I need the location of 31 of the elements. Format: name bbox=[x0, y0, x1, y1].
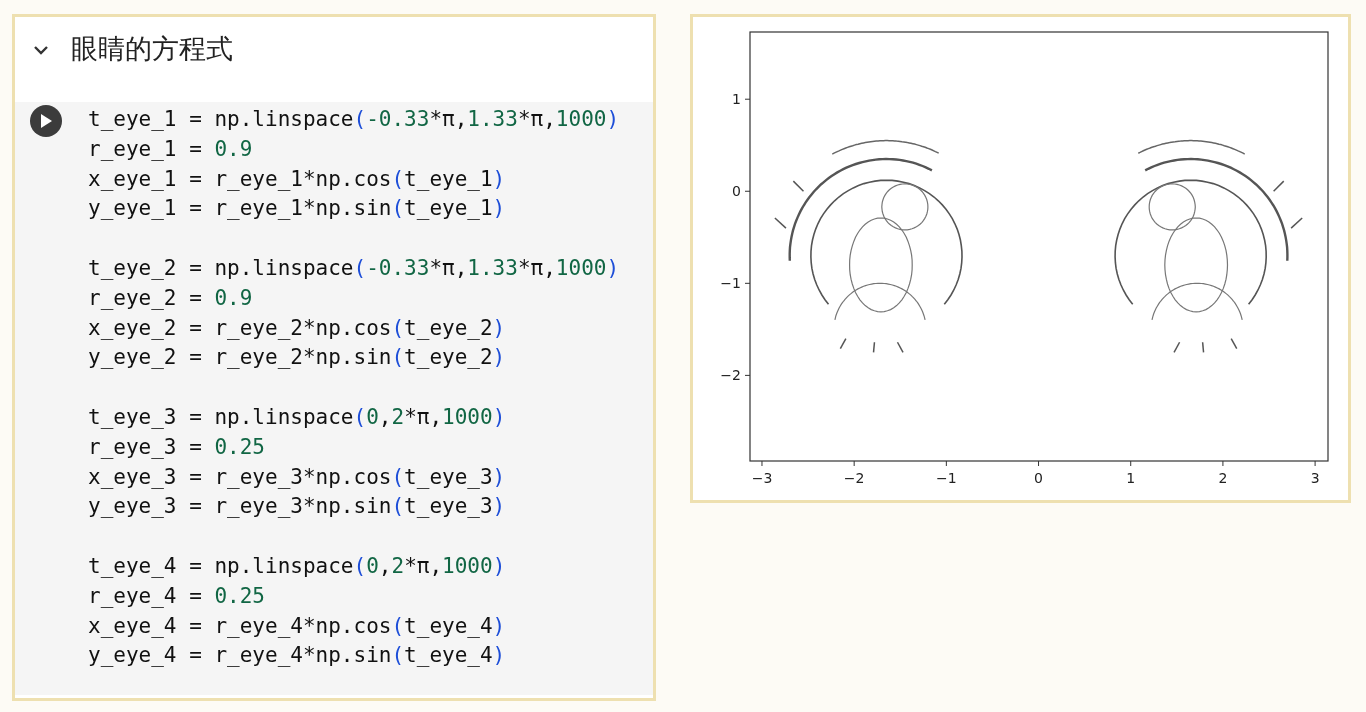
code-line: y_eye_3 = r_eye_3*np.sin(t_eye_3) bbox=[88, 493, 507, 521]
x-tick-label: 3 bbox=[1310, 470, 1320, 486]
x-tick-label: 0 bbox=[1034, 470, 1043, 486]
code-line: x_eye_2 = r_eye_2*np.cos(t_eye_2) bbox=[88, 314, 507, 342]
y-tick-label: 0 bbox=[732, 183, 741, 200]
x-tick-label: −3 bbox=[751, 470, 773, 486]
play-icon bbox=[40, 114, 52, 128]
y-tick-label: −1 bbox=[720, 275, 741, 292]
code-line: r_eye_3 = 0.25 bbox=[88, 433, 266, 461]
chevron-icon bbox=[33, 44, 49, 55]
code-line: t_eye_1 = np.linspace(-0.33*π,1.33*π,1000) bbox=[88, 106, 620, 133]
x-tick-label: 1 bbox=[1126, 470, 1136, 486]
code-line: x_eye_1 = r_eye_1*np.cos(t_eye_1) bbox=[88, 165, 507, 193]
code-line: r_eye_2 = 0.9 bbox=[88, 284, 254, 312]
code-line: t_eye_3 = np.linspace(0,2*π,1000) bbox=[88, 403, 507, 431]
y-tick-label: −2 bbox=[720, 367, 741, 384]
x-tick-label: −2 bbox=[843, 470, 865, 486]
code-line: x_eye_3 = r_eye_3*np.cos(t_eye_3) bbox=[88, 463, 507, 491]
x-tick-label: 2 bbox=[1218, 470, 1228, 486]
code-line: t_eye_4 = np.linspace(0,2*π,1000) bbox=[88, 552, 507, 580]
code-line: x_eye_4 = r_eye_4*np.cos(t_eye_4) bbox=[88, 612, 507, 640]
code-line: y_eye_2 = r_eye_2*np.sin(t_eye_2) bbox=[88, 344, 507, 372]
code-line: r_eye_1 = 0.9 bbox=[88, 135, 254, 163]
run-button[interactable] bbox=[30, 105, 62, 137]
code-line: y_eye_4 = r_eye_4*np.sin(t_eye_4) bbox=[88, 642, 507, 670]
section-title: 眼睛的方程式 bbox=[71, 32, 233, 67]
code-line: r_eye_4 = 0.25 bbox=[88, 582, 266, 610]
code-line: t_eye_2 = np.linspace(-0.33*π,1.33*π,1000) bbox=[88, 255, 620, 282]
x-tick-label: −1 bbox=[936, 470, 957, 486]
y-tick-label: 1 bbox=[732, 91, 741, 108]
code-line: y_eye_1 = r_eye_1*np.sin(t_eye_1) bbox=[88, 195, 507, 223]
